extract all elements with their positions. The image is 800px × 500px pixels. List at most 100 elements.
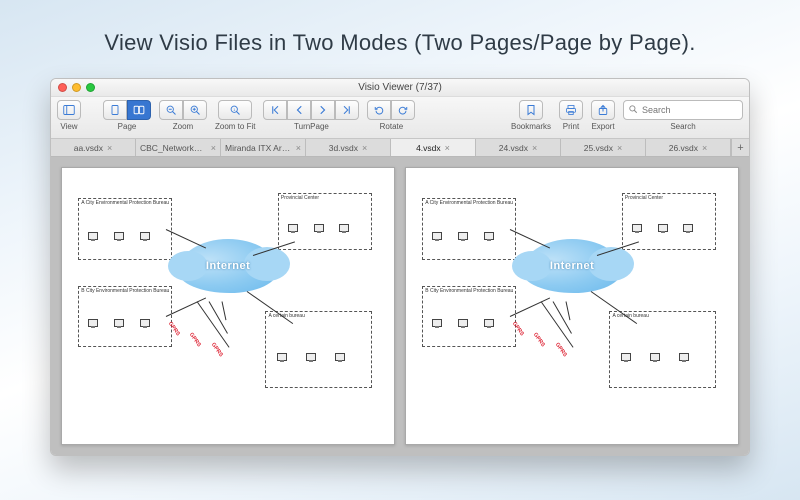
device-icon — [650, 353, 660, 361]
tab-close-button[interactable]: × — [702, 143, 707, 153]
network-diagram: A City Environmental Protection Bureau B … — [72, 178, 384, 434]
tab-close-button[interactable]: × — [296, 143, 301, 153]
tab-label: CBC_Network_Infr… — [140, 143, 207, 153]
toolbar: View Page — [51, 97, 749, 139]
first-page-icon — [269, 104, 281, 116]
add-tab-button[interactable]: + — [731, 139, 749, 156]
rotate-right-button[interactable] — [391, 100, 415, 120]
toolbar-label-view: View — [60, 122, 77, 131]
first-page-button[interactable] — [263, 100, 287, 120]
bookmarks-button[interactable] — [519, 100, 543, 120]
toolbar-label-zoom: Zoom — [173, 122, 193, 131]
toolbar-label-page: Page — [118, 122, 137, 131]
device-icon — [458, 319, 468, 327]
device-icon — [335, 353, 345, 361]
device-icon — [339, 224, 349, 232]
device-icon — [458, 232, 468, 240]
zoom-fit-icon: 1 — [229, 104, 241, 116]
tab-close-button[interactable]: × — [617, 143, 622, 153]
toolbar-label-turn-page: TurnPage — [294, 122, 329, 131]
device-icon — [140, 319, 150, 327]
tab-label: aa.vsdx — [74, 143, 103, 153]
document-tab[interactable]: Miranda ITX Archi… × — [221, 139, 306, 156]
connection-line — [565, 301, 570, 320]
diagram-box-label: B City Environmental Protection Bureau — [81, 288, 169, 294]
device-icon — [683, 224, 693, 232]
tab-strip: aa.vsdx×CBC_Network_Infr…×Miranda ITX Ar… — [51, 139, 749, 157]
two-page-icon — [133, 104, 145, 116]
export-icon — [597, 104, 609, 116]
two-page-button[interactable] — [127, 100, 151, 120]
document-tab[interactable]: aa.vsdx × — [51, 139, 136, 156]
toolbar-label-bookmarks: Bookmarks — [511, 122, 551, 131]
traffic-lights — [58, 83, 95, 92]
cloud-label: Internet — [550, 260, 594, 272]
document-tab[interactable]: 26.vsdx × — [646, 139, 731, 156]
sidebar-icon — [63, 104, 75, 116]
sidebar-toggle-button[interactable] — [57, 100, 81, 120]
rotate-left-icon — [373, 104, 385, 116]
print-icon — [565, 104, 577, 116]
zoom-out-button[interactable] — [159, 100, 183, 120]
page-headline: View Visio Files in Two Modes (Two Pages… — [0, 30, 800, 56]
tab-label: Miranda ITX Archi… — [225, 143, 292, 153]
next-page-button[interactable] — [311, 100, 335, 120]
document-tab[interactable]: 4.vsdx× — [391, 139, 476, 156]
device-icon — [288, 224, 298, 232]
diagram-box: A certain bureau — [609, 311, 715, 388]
tab-close-button[interactable]: × — [532, 143, 537, 153]
rotate-left-button[interactable] — [367, 100, 391, 120]
svg-text:1: 1 — [233, 108, 235, 112]
search-field[interactable] — [623, 100, 743, 120]
device-icon — [432, 232, 442, 240]
diagram-box-label: Provincial Center — [625, 195, 663, 201]
device-icon — [140, 232, 150, 240]
tab-close-button[interactable]: × — [211, 143, 216, 153]
content-area: A City Environmental Protection Bureau B … — [51, 157, 749, 455]
device-icon — [621, 353, 631, 361]
tab-label: 25.vsdx — [584, 143, 613, 153]
diagram-box: A City Environmental Protection Bureau — [78, 198, 172, 259]
close-window-button[interactable] — [58, 83, 67, 92]
search-input[interactable] — [642, 105, 738, 115]
tab-close-button[interactable]: × — [445, 143, 450, 153]
device-icon — [314, 224, 324, 232]
connection-line — [221, 301, 226, 320]
diagram-box-label: A City Environmental Protection Bureau — [81, 200, 169, 206]
window-title: Visio Viewer (7/37) — [51, 82, 749, 93]
last-page-button[interactable] — [335, 100, 359, 120]
zoom-in-button[interactable] — [183, 100, 207, 120]
single-page-button[interactable] — [103, 100, 127, 120]
export-button[interactable] — [591, 100, 615, 120]
tab-label: 26.vsdx — [669, 143, 698, 153]
single-page-icon — [109, 104, 121, 116]
diagram-box-label: A City Environmental Protection Bureau — [425, 200, 513, 206]
fullscreen-window-button[interactable] — [86, 83, 95, 92]
tab-close-button[interactable]: × — [362, 143, 367, 153]
link-label: GPRS — [188, 332, 202, 348]
device-icon — [114, 319, 124, 327]
cloud-node: Internet — [178, 239, 278, 293]
minimize-window-button[interactable] — [72, 83, 81, 92]
bookmark-icon — [525, 104, 537, 116]
last-page-icon — [341, 104, 353, 116]
print-button[interactable] — [559, 100, 583, 120]
app-window: Visio Viewer (7/37) View — [50, 78, 750, 456]
document-tab[interactable]: 3d.vsdx × — [306, 139, 391, 156]
toolbar-label-export: Export — [591, 122, 614, 131]
cloud-label: Internet — [206, 260, 250, 272]
zoom-out-icon — [165, 104, 177, 116]
prev-page-icon — [293, 104, 305, 116]
tab-close-button[interactable]: × — [107, 143, 112, 153]
document-tab[interactable]: 24.vsdx× — [476, 139, 561, 156]
device-icon — [432, 319, 442, 327]
device-icon — [484, 319, 494, 327]
tab-label: 3d.vsdx — [329, 143, 358, 153]
document-tab[interactable]: 25.vsdx × — [561, 139, 646, 156]
zoom-to-fit-button[interactable]: 1 — [218, 100, 252, 120]
prev-page-button[interactable] — [287, 100, 311, 120]
link-label: GPRS — [532, 332, 546, 348]
link-label: GPRS — [554, 342, 568, 358]
rotate-right-icon — [397, 104, 409, 116]
document-tab[interactable]: CBC_Network_Infr… × — [136, 139, 221, 156]
